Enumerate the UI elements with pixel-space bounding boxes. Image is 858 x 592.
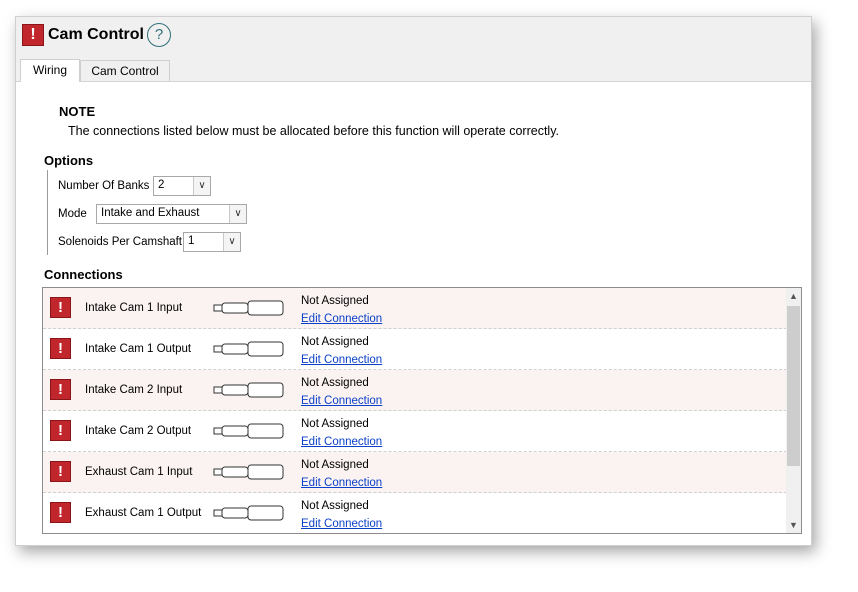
edit-connection-link[interactable]: Edit Connection	[301, 395, 382, 407]
connection-name: Exhaust Cam 1 Output	[85, 507, 202, 519]
connection-name: Exhaust Cam 1 Input	[85, 466, 193, 478]
warning-icon: !	[50, 502, 71, 523]
mode-label: Mode	[58, 208, 87, 220]
chevron-down-icon: ∨	[223, 233, 240, 251]
warning-icon: !	[50, 338, 71, 359]
connection-name: Intake Cam 1 Input	[85, 302, 183, 314]
scroll-up-icon[interactable]: ▲	[786, 288, 801, 304]
mode-value: Intake and Exhaust	[101, 207, 200, 219]
list-item: ! Intake Cam 2 Output Not Assigned Edit …	[43, 411, 787, 452]
list-item: ! Exhaust Cam 1 Input Not Assigned Edit …	[43, 452, 787, 493]
chevron-down-icon: ∨	[193, 177, 210, 195]
connection-status: Not Assigned	[301, 500, 369, 512]
vertical-scrollbar[interactable]: ▲ ▼	[786, 288, 801, 533]
connection-status: Not Assigned	[301, 336, 369, 348]
connector-plug-icon	[213, 382, 284, 398]
scroll-thumb[interactable]	[787, 306, 800, 466]
connection-name: Intake Cam 1 Output	[85, 343, 192, 355]
window-title: Cam Control	[48, 26, 144, 43]
connection-name: Intake Cam 2 Output	[85, 425, 192, 437]
connector-plug-icon	[213, 464, 284, 480]
list-item: ! Intake Cam 1 Output Not Assigned Edit …	[43, 329, 787, 370]
mode-select[interactable]: Intake and Exhaust ∨	[96, 204, 247, 224]
number-of-banks-select[interactable]: 2 ∨	[153, 176, 211, 196]
chevron-down-icon: ∨	[229, 205, 246, 223]
note-text: The connections listed below must be all…	[68, 124, 559, 138]
warning-icon: !	[50, 297, 71, 318]
solenoids-label: Solenoids Per Camshaft	[58, 236, 183, 248]
edit-connection-link[interactable]: Edit Connection	[301, 313, 382, 325]
solenoids-select[interactable]: 1 ∨	[183, 232, 241, 252]
edit-connection-link[interactable]: Edit Connection	[301, 518, 382, 530]
connector-plug-icon	[213, 505, 284, 521]
connections-list: ! Intake Cam 1 Input Not Assigned Edit C…	[42, 287, 802, 534]
note-title: NOTE	[59, 104, 96, 119]
warning-icon: !	[50, 379, 71, 400]
connector-plug-icon	[213, 341, 284, 357]
cam-control-window: ! Cam Control ? Wiring Cam Control NOTE …	[15, 16, 812, 546]
edit-connection-link[interactable]: Edit Connection	[301, 436, 382, 448]
list-item: ! Intake Cam 1 Input Not Assigned Edit C…	[43, 288, 787, 329]
tab-cam-control[interactable]: Cam Control	[80, 60, 170, 81]
connection-status: Not Assigned	[301, 377, 369, 389]
number-of-banks-value: 2	[158, 179, 165, 191]
options-divider	[47, 170, 48, 255]
tab-bar: Wiring Cam Control	[16, 59, 811, 82]
edit-connection-link[interactable]: Edit Connection	[301, 477, 382, 489]
connector-plug-icon	[213, 423, 284, 439]
connection-status: Not Assigned	[301, 418, 369, 430]
warning-icon: !	[50, 461, 71, 482]
scroll-down-icon[interactable]: ▼	[786, 517, 801, 533]
list-item: ! Exhaust Cam 1 Output Not Assigned Edit…	[43, 493, 787, 533]
connection-status: Not Assigned	[301, 295, 369, 307]
warning-icon: !	[50, 420, 71, 441]
list-item: ! Intake Cam 2 Input Not Assigned Edit C…	[43, 370, 787, 411]
title-bar: ! Cam Control ?	[16, 17, 811, 59]
tab-wiring[interactable]: Wiring	[20, 59, 80, 82]
help-button[interactable]: ?	[147, 23, 171, 47]
number-of-banks-label: Number Of Banks	[58, 180, 150, 192]
edit-connection-link[interactable]: Edit Connection	[301, 354, 382, 366]
options-title: Options	[44, 153, 94, 168]
connections-title: Connections	[44, 267, 123, 282]
solenoids-value: 1	[188, 235, 195, 247]
connection-name: Intake Cam 2 Input	[85, 384, 183, 396]
warning-icon: !	[22, 24, 44, 46]
connection-status: Not Assigned	[301, 459, 369, 471]
connector-plug-icon	[213, 300, 284, 316]
